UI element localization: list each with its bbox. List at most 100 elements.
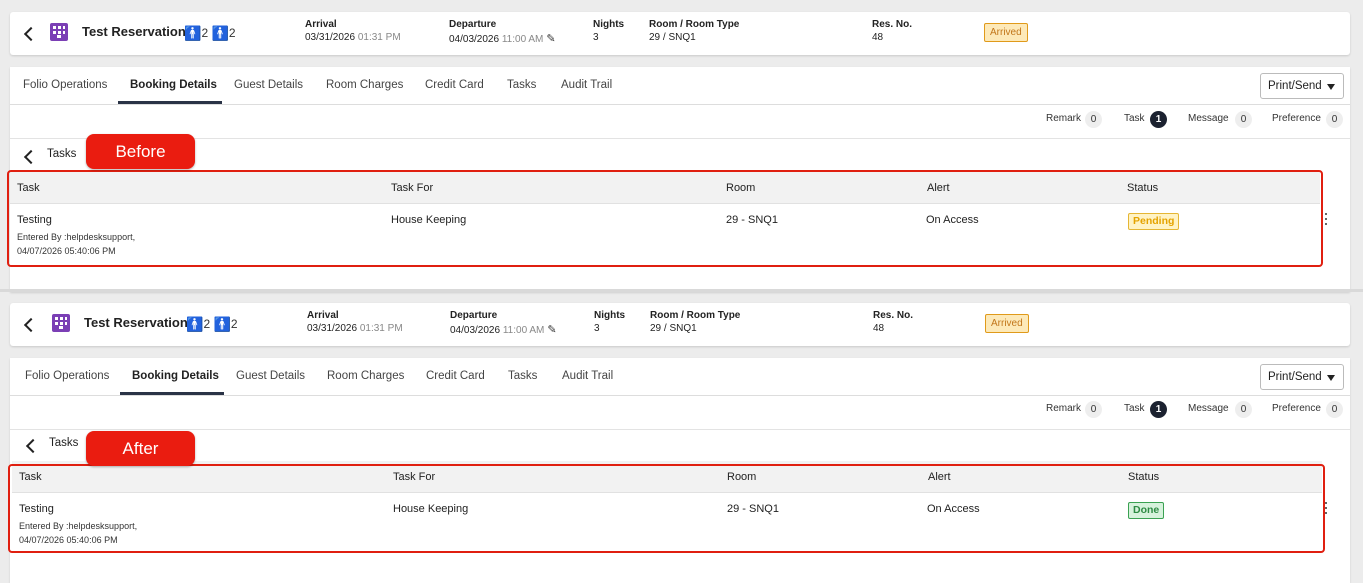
tab-booking-details[interactable]: Booking Details	[130, 79, 217, 91]
resno-label: Res. No.	[872, 19, 913, 30]
message-count: 0	[1235, 401, 1252, 418]
guest-count: 🚹2 🚹2	[184, 25, 236, 42]
message-counter[interactable]: Message	[1188, 403, 1229, 414]
resno-block: Res. No. 48	[872, 19, 912, 43]
tasks-title: Tasks	[49, 437, 79, 449]
room-label: Room / Room Type	[649, 19, 740, 30]
tab-guest-details[interactable]: Guest Details	[236, 370, 305, 382]
edit-pencil-icon[interactable]: ✎	[546, 32, 555, 45]
nights-value: 3	[593, 32, 599, 43]
tab-credit-card[interactable]: Credit Card	[426, 370, 485, 382]
print-send-label: Print/Send	[1268, 371, 1322, 383]
tab-bar: Folio Operations Booking Details Guest D…	[10, 358, 1350, 396]
remark-counter[interactable]: Remark	[1046, 403, 1081, 414]
active-tab-indicator	[118, 101, 222, 104]
preference-counter[interactable]: Preference	[1272, 113, 1321, 124]
tab-booking-details[interactable]: Booking Details	[132, 370, 219, 382]
message-count: 0	[1235, 111, 1252, 128]
child-count: 2	[228, 26, 236, 40]
arrival-time: 01:31 PM	[357, 32, 401, 43]
room-block: Room / Room Type 29 / SNQ1	[650, 310, 740, 334]
tab-room-charges[interactable]: Room Charges	[326, 79, 403, 91]
guest-count: 🚹2 🚹2	[186, 316, 238, 333]
room-value: 29 / SNQ1	[649, 32, 696, 43]
tab-room-charges[interactable]: Room Charges	[327, 370, 404, 382]
edit-pencil-icon[interactable]: ✎	[547, 323, 556, 336]
tasks-back-icon[interactable]	[23, 148, 35, 164]
task-counter[interactable]: Task	[1124, 403, 1145, 414]
tab-audit-trail[interactable]: Audit Trail	[561, 79, 612, 91]
tab-folio-operations[interactable]: Folio Operations	[25, 370, 109, 382]
departure-time: 11:00 AM	[502, 325, 545, 336]
after-panel: Test Reservation 🚹2 🚹2 Arrival 03/31/202…	[0, 291, 1363, 583]
task-count: 1	[1150, 111, 1167, 128]
tab-credit-card[interactable]: Credit Card	[425, 79, 484, 91]
arrival-date: 03/31/2026	[305, 32, 356, 43]
before-panel: Test Reservation 🚹2 🚹2 Arrival 03/31/202…	[0, 0, 1363, 292]
more-options-icon[interactable]	[1322, 212, 1330, 228]
back-arrow-icon[interactable]	[22, 316, 36, 334]
tab-tasks[interactable]: Tasks	[507, 79, 536, 91]
adult-icon: 🚹	[186, 316, 204, 332]
remark-count: 0	[1085, 111, 1102, 128]
preference-count: 0	[1326, 401, 1343, 418]
hotel-icon	[50, 23, 68, 41]
preference-counter[interactable]: Preference	[1272, 403, 1321, 414]
arrived-badge: Arrived	[984, 23, 1028, 42]
child-icon: 🚹	[211, 25, 229, 41]
departure-date: 04/03/2026	[450, 325, 501, 336]
highlight-frame	[7, 170, 1323, 267]
divider	[10, 138, 1350, 139]
child-icon: 🚹	[213, 316, 231, 332]
preference-label: Preference	[1272, 113, 1321, 124]
tasks-back-icon[interactable]	[25, 437, 37, 453]
adult-count: 2	[201, 26, 209, 40]
message-counter[interactable]: Message	[1188, 113, 1229, 124]
print-send-label: Print/Send	[1268, 80, 1322, 92]
remark-counter[interactable]: Remark	[1046, 113, 1081, 124]
back-arrow-icon[interactable]	[22, 25, 36, 43]
remark-label: Remark	[1046, 403, 1082, 414]
arrival-value: 03/31/2026 01:31 PM	[305, 32, 401, 43]
tab-guest-details[interactable]: Guest Details	[234, 79, 303, 91]
room-value: 29 / SNQ1	[650, 323, 697, 334]
preference-label: Preference	[1272, 403, 1321, 414]
arrival-label: Arrival	[305, 19, 337, 30]
tab-folio-operations[interactable]: Folio Operations	[23, 79, 107, 91]
remark-label: Remark	[1046, 113, 1082, 124]
tab-audit-trail[interactable]: Audit Trail	[562, 370, 613, 382]
active-tab-indicator	[120, 392, 224, 395]
arrival-value: 03/31/2026 01:31 PM	[307, 323, 403, 334]
resno-block: Res. No. 48	[873, 310, 913, 334]
resno-value: 48	[873, 323, 885, 334]
caret-down-icon	[1327, 375, 1335, 381]
room-label: Room / Room Type	[650, 310, 741, 321]
tab-tasks[interactable]: Tasks	[508, 370, 537, 382]
arrived-badge: Arrived	[985, 314, 1029, 333]
counter-bar: Remark 0 Task 1 Message 0 Preference 0	[10, 401, 1350, 423]
nights-block: Nights 3	[594, 310, 625, 334]
arrival-time: 01:31 PM	[359, 323, 403, 334]
nights-label: Nights	[593, 19, 625, 30]
resno-label: Res. No.	[873, 310, 914, 321]
arrival-block: Arrival 03/31/2026 01:31 PM	[305, 19, 401, 43]
message-label: Message	[1188, 403, 1229, 414]
print-send-button[interactable]: Print/Send	[1260, 73, 1344, 99]
reservation-header: Test Reservation 🚹2 🚹2 Arrival 03/31/202…	[10, 12, 1350, 55]
preference-count: 0	[1326, 111, 1343, 128]
departure-value: 04/03/2026 11:00 AM ✎	[450, 323, 557, 336]
tab-bar: Folio Operations Booking Details Guest D…	[10, 67, 1350, 105]
caret-down-icon	[1327, 84, 1335, 90]
departure-value: 04/03/2026 11:00 AM ✎	[449, 32, 556, 45]
nights-block: Nights 3	[593, 19, 624, 43]
nights-value: 3	[594, 323, 600, 334]
reservation-name: Test Reservation	[82, 24, 186, 39]
reservation-name: Test Reservation	[84, 315, 188, 330]
task-counter[interactable]: Task	[1124, 113, 1145, 124]
departure-time: 11:00 AM	[501, 34, 544, 45]
print-send-button[interactable]: Print/Send	[1260, 364, 1344, 390]
room-block: Room / Room Type 29 / SNQ1	[649, 19, 739, 43]
after-label: After	[86, 431, 195, 466]
adult-count: 2	[203, 317, 211, 331]
task-label: Task	[1124, 113, 1145, 124]
